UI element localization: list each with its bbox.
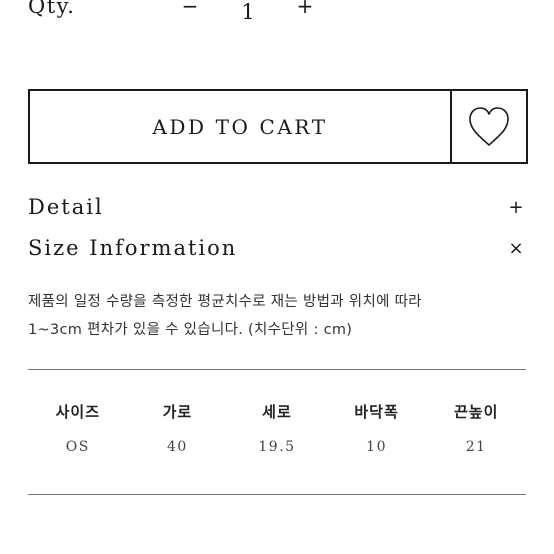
quantity-increase-button[interactable]: + [293, 0, 317, 18]
heart-outline-icon [469, 106, 509, 146]
divider [28, 494, 526, 495]
header-size: 사이즈 [55, 402, 100, 421]
accordion-size-title: Size Information [28, 236, 238, 260]
cell-bottom-width: 10 [366, 439, 387, 455]
header-width: 가로 [162, 402, 193, 421]
quantity-label: Qty. [28, 0, 76, 18]
accordion-detail[interactable]: Detail + [28, 195, 526, 229]
accordion-size-information[interactable]: Size Information × [28, 236, 526, 270]
size-table: 사이즈 가로 세로 바닥폭 끈높이 OS 40 19.5 10 21 [28, 395, 526, 467]
header-strap-height: 끈높이 [453, 402, 499, 421]
collapse-close-icon[interactable]: × [506, 238, 526, 259]
cell-strap-height: 21 [465, 439, 487, 455]
size-description-line: 1~3cm 편차가 있을 수 있습니다. (치수단위 : cm) [28, 322, 353, 338]
header-bottom-width: 바닥폭 [354, 402, 399, 421]
quantity-selector: Qty. − 1 + [28, 0, 526, 34]
expand-plus-icon[interactable]: + [506, 197, 526, 218]
quantity-decrease-button[interactable]: − [178, 0, 202, 18]
quantity-value[interactable]: 1 [233, 0, 263, 24]
table-row: OS 40 19.5 10 21 [28, 427, 526, 467]
cell-size: OS [65, 439, 90, 455]
add-to-cart-button[interactable]: ADD TO CART [30, 91, 452, 162]
size-description-line: 제품의 일정 수량을 측정한 평균치수로 재는 방법과 위치에 따라 [28, 294, 422, 310]
size-table-header-row: 사이즈 가로 세로 바닥폭 끈높이 [28, 395, 526, 427]
cell-height: 19.5 [258, 439, 296, 455]
header-height: 세로 [262, 402, 292, 421]
cart-actions: ADD TO CART [28, 89, 528, 164]
size-description: 제품의 일정 수량을 측정한 평균치수로 재는 방법과 위치에 따라 1~3cm… [28, 288, 528, 344]
wishlist-button[interactable] [452, 91, 526, 162]
cell-width: 40 [166, 439, 188, 455]
accordion-detail-title: Detail [28, 195, 104, 219]
divider [28, 369, 526, 370]
